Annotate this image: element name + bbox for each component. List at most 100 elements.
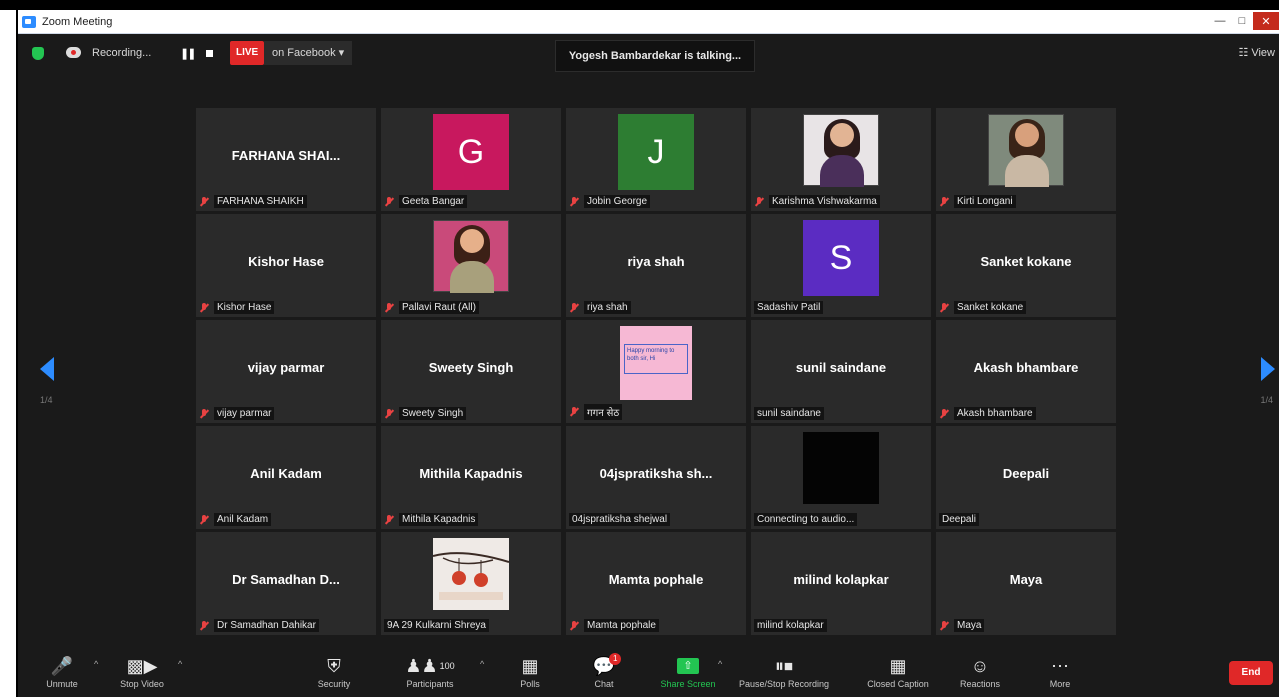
muted-mic-icon — [569, 196, 579, 207]
participant-tile[interactable]: Kishor Hase Kishor Hase — [196, 214, 376, 317]
participant-tile[interactable]: FARHANA SHAI... FARHANA SHAIKH — [196, 108, 376, 211]
unmute-button[interactable]: 🎤 Unmute — [22, 653, 102, 690]
participant-tile[interactable]: Happy morning to both sir, Hi गगन सेठ — [566, 320, 746, 423]
more-button[interactable]: ⋯ More — [1020, 653, 1100, 690]
participant-tile[interactable]: Connecting to audio... — [751, 426, 931, 529]
view-button[interactable]: ☷ View — [1238, 46, 1275, 59]
stop-video-button[interactable]: ▩▶ Stop Video — [102, 653, 182, 690]
participant-tile[interactable]: vijay parmar vijay parmar — [196, 320, 376, 423]
top-border — [0, 0, 1279, 10]
muted-mic-icon — [199, 620, 209, 631]
participant-tile[interactable]: milind kolapkar milind kolapkar — [751, 532, 931, 635]
participant-tile[interactable]: Dr Samadhan D... Dr Samadhan Dahikar — [196, 532, 376, 635]
participant-display-name: Akash bhambare — [973, 360, 1079, 375]
participant-tile[interactable]: riya shah riya shah — [566, 214, 746, 317]
participant-name-label: Sanket kokane — [954, 301, 1027, 314]
participant-tile[interactable]: Kirti Longani — [936, 108, 1116, 211]
participant-footer: 04jspratiksha shejwal — [569, 513, 671, 526]
polls-button[interactable]: ▦ Polls — [490, 653, 570, 690]
share-screen-button[interactable]: ⇧ Share Screen — [648, 653, 728, 689]
participant-tile[interactable]: Sweety Singh Sweety Singh — [381, 320, 561, 423]
participant-tile[interactable]: J Jobin George — [566, 108, 746, 211]
meeting-toolbar: 🎤 Unmute ^ ▩▶ Stop Video ^ ⛨ Security ♟♟… — [18, 649, 1279, 697]
participant-name-label: गगन सेठ — [584, 404, 623, 420]
share-screen-label: Share Screen — [660, 679, 716, 689]
share-options-caret-icon[interactable]: ^ — [718, 659, 722, 669]
participant-tile[interactable]: 04jspratiksha sh... 04jspratiksha shejwal — [566, 426, 746, 529]
end-meeting-button[interactable]: End — [1229, 661, 1273, 685]
participant-name-label: Kishor Hase — [214, 301, 275, 314]
participant-footer: Karishma Vishwakarma — [754, 195, 880, 208]
zoom-logo-icon — [22, 15, 36, 28]
security-button[interactable]: ⛨ Security — [294, 653, 374, 690]
reactions-button[interactable]: ☺ Reactions — [940, 653, 1020, 690]
participant-display-name: riya shah — [627, 254, 685, 269]
maximize-icon[interactable]: □ — [1231, 12, 1253, 30]
participant-footer: Anil Kadam — [199, 513, 272, 526]
drawing-photo — [433, 538, 509, 610]
participant-tile[interactable]: G Geeta Bangar — [381, 108, 561, 211]
unmute-label: Unmute — [46, 679, 78, 689]
participant-display-name: Dr Samadhan D... — [232, 572, 340, 587]
closed-caption-label: Closed Caption — [867, 679, 929, 689]
participants-caret-icon[interactable]: ^ — [480, 659, 484, 669]
participants-count: 100 — [439, 661, 455, 671]
left-margin — [0, 10, 18, 697]
participant-footer: sunil saindane — [754, 407, 824, 420]
participant-tile[interactable]: 9A 29 Kulkarni Shreya — [381, 532, 561, 635]
participant-tile[interactable]: Mamta pophale Mamta pophale — [566, 532, 746, 635]
muted-mic-icon — [384, 408, 394, 419]
participant-footer: Akash bhambare — [939, 407, 1036, 420]
smiley-icon: ☺ — [970, 655, 990, 676]
participant-footer: Kishor Hase — [199, 301, 275, 314]
muted-mic-icon — [384, 302, 394, 313]
title-bar: Zoom Meeting — □ ✕ — [18, 10, 1279, 34]
pause-stop-icon: ⏸⏹ — [775, 655, 793, 676]
reactions-label: Reactions — [959, 679, 1001, 689]
close-icon[interactable]: ✕ — [1253, 12, 1279, 30]
live-stream-target[interactable]: on Facebook ▾ — [264, 41, 353, 65]
stop-recording-icon[interactable] — [206, 50, 213, 57]
muted-mic-icon — [754, 196, 764, 207]
participant-tile[interactable]: S Sadashiv Patil — [751, 214, 931, 317]
live-badge[interactable]: LIVE — [230, 41, 265, 65]
participant-footer: 9A 29 Kulkarni Shreya — [384, 619, 489, 632]
participant-name-label: milind kolapkar — [754, 619, 827, 632]
participant-tile[interactable]: Sanket kokane Sanket kokane — [936, 214, 1116, 317]
minimize-icon[interactable]: — — [1209, 12, 1231, 30]
participants-label: Participants — [406, 679, 454, 689]
participant-tile[interactable]: Anil Kadam Anil Kadam — [196, 426, 376, 529]
video-camera-icon: ▩▶ — [126, 655, 158, 676]
pause-recording-icon[interactable]: ❚❚ — [180, 47, 197, 60]
audio-options-caret-icon[interactable]: ^ — [94, 659, 98, 669]
participant-display-name: Deepali — [1002, 466, 1050, 481]
ellipsis-icon: ⋯ — [1051, 655, 1069, 676]
video-feed — [803, 432, 879, 504]
participant-tile[interactable]: Karishma Vishwakarma — [751, 108, 931, 211]
participant-tile[interactable]: Pallavi Raut (All) — [381, 214, 561, 317]
muted-mic-icon — [569, 302, 579, 313]
participant-name-label: Pallavi Raut (All) — [399, 301, 479, 314]
participant-footer: Maya — [939, 619, 985, 632]
shield-icon: ⛨ — [327, 655, 341, 676]
participant-tile[interactable]: Maya Maya — [936, 532, 1116, 635]
chat-button[interactable]: 💬 1 Chat — [564, 653, 644, 689]
participant-tile[interactable]: Mithila Kapadnis Mithila Kapadnis — [381, 426, 561, 529]
participant-tile[interactable]: sunil saindane sunil saindane — [751, 320, 931, 423]
participant-display-name: Anil Kadam — [250, 466, 322, 481]
participants-button[interactable]: ♟♟ 100 Participants — [390, 653, 470, 690]
gallery-grid: FARHANA SHAI... FARHANA SHAIKH G Geeta Bang… — [196, 108, 1116, 636]
closed-caption-button[interactable]: ▦ Closed Caption — [858, 653, 938, 690]
participant-name-label: 9A 29 Kulkarni Shreya — [384, 619, 489, 632]
participant-tile[interactable]: Akash bhambare Akash bhambare — [936, 320, 1116, 423]
participant-name-label: sunil saindane — [754, 407, 824, 420]
participant-tile[interactable]: Deepali Deepali — [936, 426, 1116, 529]
encryption-shield-icon[interactable] — [32, 47, 44, 60]
participant-name-label: Maya — [954, 619, 985, 632]
zoom-window: Zoom Meeting — □ ✕ Recording... ❚❚ LIVE … — [18, 10, 1279, 697]
pause-stop-recording-button[interactable]: ⏸⏹ Pause/Stop Recording — [734, 653, 834, 690]
next-page-arrow-icon[interactable] — [1261, 357, 1275, 381]
previous-page-arrow-icon[interactable] — [40, 357, 54, 381]
participant-footer: riya shah — [569, 301, 631, 314]
video-options-caret-icon[interactable]: ^ — [178, 659, 182, 669]
